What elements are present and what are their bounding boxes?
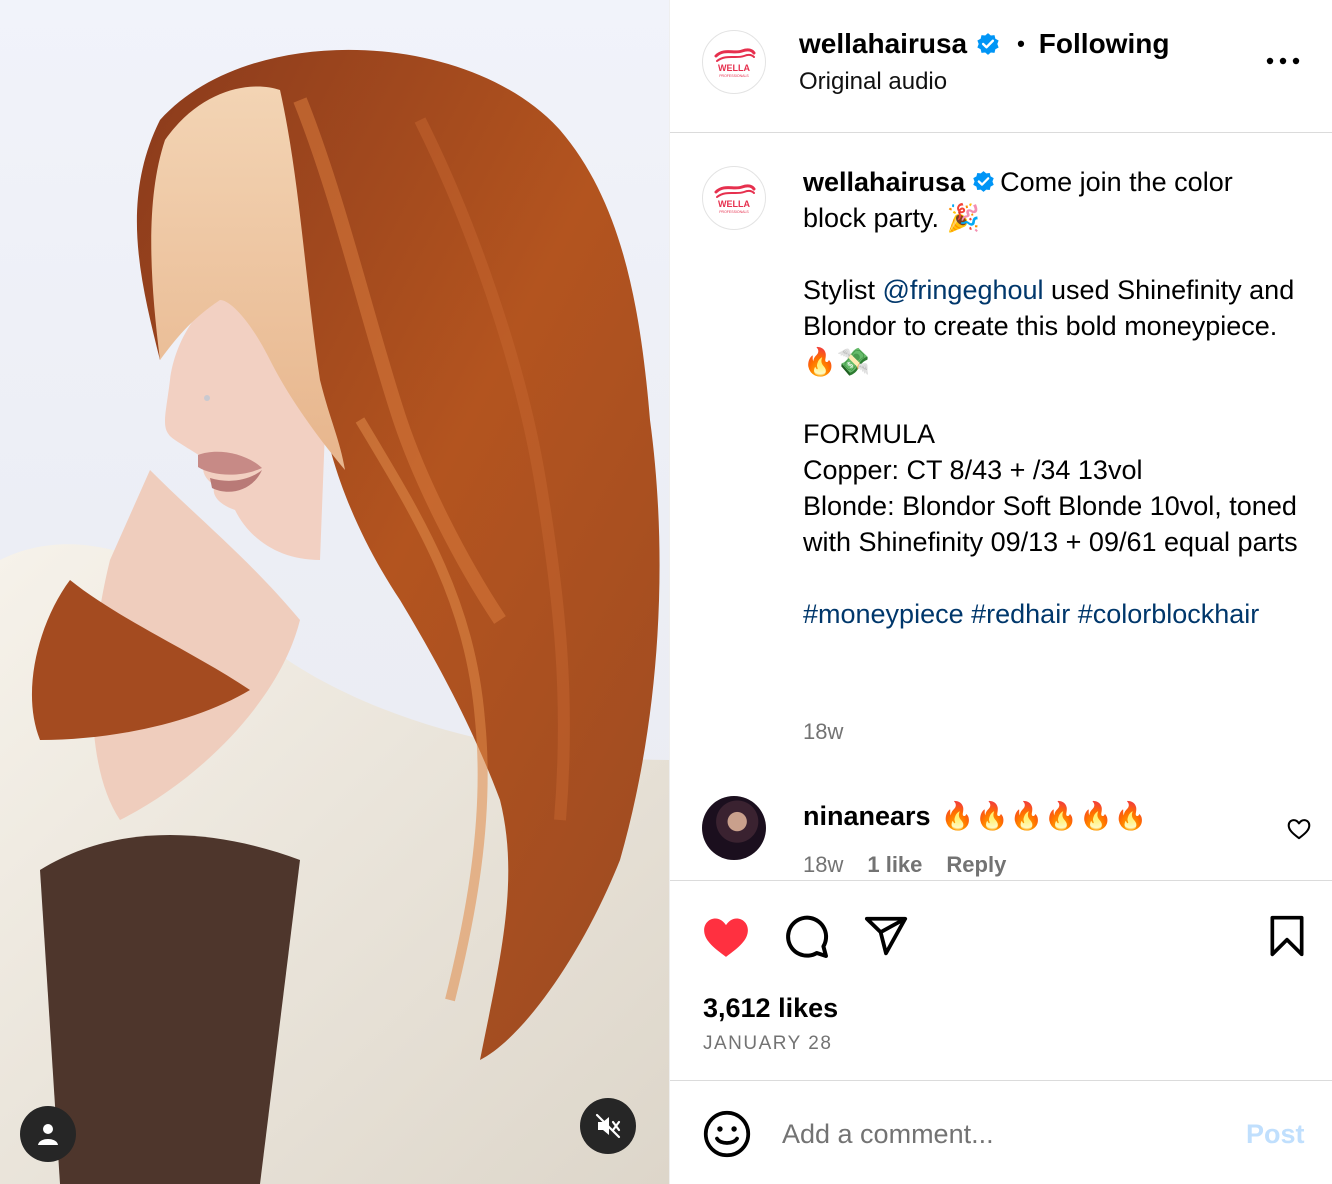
svg-text:PROFESSIONALS: PROFESSIONALS (719, 210, 749, 214)
following-button[interactable]: Following (1039, 28, 1170, 60)
commenter-username[interactable]: ninanears (803, 801, 931, 831)
verified-badge-icon (977, 33, 999, 55)
comment-like-heart-icon[interactable] (1286, 816, 1312, 842)
like-button[interactable] (701, 911, 751, 961)
account-avatar[interactable]: WELLA PROFESSIONALS (702, 30, 766, 94)
hashtag-link[interactable]: #colorblockhair (1078, 599, 1260, 629)
user-icon (38, 1124, 58, 1145)
sound-off-icon (595, 1113, 621, 1139)
add-comment-bar: Post (670, 1080, 1332, 1184)
caption-avatar[interactable]: WELLA PROFESSIONALS (702, 166, 766, 230)
audio-link[interactable]: Original audio (799, 68, 947, 96)
hashtag-link[interactable]: #moneypiece (803, 599, 964, 629)
comment-text: 🔥🔥🔥🔥🔥🔥 (940, 801, 1149, 831)
caption-timestamp[interactable]: 18w (803, 719, 843, 745)
caption-username[interactable]: wellahairusa (803, 167, 965, 197)
comment-input[interactable] (782, 1111, 1212, 1157)
post-date[interactable]: JANUARY 28 (703, 1033, 832, 1055)
comment-bubble-icon (786, 915, 829, 958)
reply-button[interactable]: Reply (946, 852, 1006, 878)
bookmark-icon (1270, 915, 1304, 957)
post-actions: 3,612 likes JANUARY 28 (670, 880, 1332, 1080)
verified-badge-icon (973, 171, 994, 192)
commenter-avatar[interactable] (702, 796, 766, 860)
likes-count[interactable]: 3,612 likes (703, 993, 838, 1024)
svg-text:WELLA: WELLA (718, 199, 750, 209)
hashtag-link[interactable]: #redhair (971, 599, 1070, 629)
caption-text: wellahairusa Come join the color block p… (803, 164, 1303, 632)
post-header: WELLA PROFESSIONALS wellahairusa • Follo… (670, 0, 1332, 133)
comment-meta: 18w 1 like Reply (803, 852, 1006, 878)
caption-stylist-prefix: Stylist (803, 275, 883, 305)
post-photo (0, 49, 669, 1184)
share-button[interactable] (861, 911, 911, 961)
formula-title: FORMULA (803, 419, 936, 449)
post-comment-button[interactable]: Post (1246, 1119, 1305, 1150)
save-button[interactable] (1262, 911, 1312, 961)
comment-timestamp[interactable]: 18w (803, 852, 843, 878)
more-options-button[interactable] (1260, 46, 1306, 76)
comment-button[interactable] (781, 911, 831, 961)
emoji-icon[interactable] (702, 1109, 752, 1159)
svg-text:PROFESSIONALS: PROFESSIONALS (719, 74, 749, 78)
paper-plane-icon (864, 916, 908, 956)
heart-filled-icon (704, 918, 748, 957)
tagged-users-button[interactable] (20, 1106, 76, 1162)
brand-logo: WELLA PROFESSIONALS (714, 48, 756, 78)
post-media[interactable] (0, 0, 669, 1184)
mute-button[interactable] (580, 1098, 636, 1154)
brand-logo: WELLA PROFESSIONALS (714, 184, 756, 214)
formula-copper: Copper: CT 8/43 + /34 13vol (803, 455, 1143, 485)
post-side-panel: WELLA PROFESSIONALS wellahairusa • Follo… (669, 0, 1332, 1184)
separator-dot: • (1017, 31, 1025, 56)
stylist-mention-link[interactable]: @fringeghoul (883, 275, 1044, 305)
account-username[interactable]: wellahairusa (799, 28, 967, 60)
comment-likes[interactable]: 1 like (867, 852, 922, 878)
svg-text:WELLA: WELLA (718, 63, 750, 73)
formula-blonde: Blonde: Blondor Soft Blonde 10vol, toned… (803, 491, 1298, 557)
comments-area[interactable]: WELLA PROFESSIONALS wellahairusa Come jo… (670, 134, 1332, 880)
more-options-icon (1266, 57, 1300, 65)
